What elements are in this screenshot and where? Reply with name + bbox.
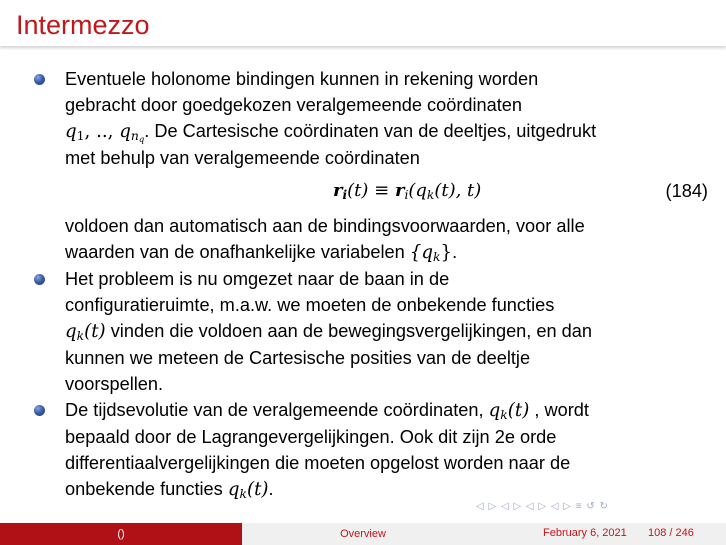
math-sub: 1 (76, 129, 85, 144)
text-run: waarden van de onafhankelijke variabelen (65, 242, 410, 262)
text-run: . (452, 242, 458, 262)
text-line: Eventuele holonome bindingen kunnen in r… (65, 69, 539, 89)
text-line: waarden van de onafhankelijke variabelen… (65, 239, 708, 266)
math-run: (t) (507, 400, 530, 421)
text-line: differentiaalvergelijkingen die moeten o… (65, 453, 571, 473)
text-line: voorspellen. (65, 374, 164, 394)
math-sub-n: n (130, 129, 139, 144)
math-var: q (65, 121, 77, 142)
footer-info: February 6, 2021 108 / 246 (484, 523, 726, 545)
text-line: Het probleem is nu omgezet naar de baan … (65, 269, 450, 289)
text-run: onbekende functies (65, 479, 228, 499)
footer-page-number: 108 / 246 (648, 527, 694, 539)
math-sub: k (433, 250, 441, 265)
text-run: De tijdsevolutie van de veralgemeende co… (65, 400, 489, 420)
text-line: gebracht door goedgekozen veralgemeende … (65, 95, 523, 115)
equation-number: (184) (665, 181, 708, 201)
math-run: (t) (84, 321, 106, 342)
equation: ri(t) ≡ ri(qk(t), t) (184) (65, 173, 708, 209)
math-var: q (119, 121, 131, 142)
math-run: (t) ≡ (347, 180, 395, 201)
bullet-item-3: De tijdsevolutie van de veralgemeende co… (33, 397, 708, 503)
title-bar: Intermezzo (0, 0, 726, 46)
math-var: q (65, 321, 77, 342)
text-run: . De Cartesische coördinaten van de deel… (144, 121, 597, 141)
math-bold-r: r (394, 180, 405, 201)
text-line: voldoen dan automatisch aan de bindingsv… (65, 216, 585, 236)
text-line: met behulp van veralgemeende coördinaten (65, 148, 420, 168)
bullet-item-1: Eventuele holonome bindingen kunnen in r… (33, 66, 708, 266)
equation-body: ri(t) ≡ ri(qk(t), t) (333, 178, 481, 204)
text-line: q1, .., qnq. De Cartesische coördinaten … (65, 118, 708, 145)
bullet-icon (34, 74, 45, 85)
footer-date: February 6, 2021 (543, 527, 627, 539)
text-run: . (268, 479, 274, 499)
math-sub: k (500, 408, 508, 423)
math-sub: k (239, 487, 247, 502)
text-run: , wordt (529, 400, 589, 420)
math-var: q (227, 479, 240, 500)
math-run: (q (408, 180, 427, 201)
text-line: kunnen we meteen de Cartesische posities… (65, 348, 531, 368)
slide-title: Intermezzo (16, 10, 150, 40)
math-run: } (440, 242, 453, 263)
text-run: vinden die voldoen aan de bewegingsverge… (105, 321, 593, 341)
math-sep: , .., (84, 121, 120, 142)
math-var: q (488, 400, 501, 421)
text-line: onbekende functies qk(t). (65, 476, 708, 503)
footer-author: () (0, 523, 242, 545)
math-run: (t) (246, 479, 269, 500)
footer: () Overview February 6, 2021 108 / 246 (0, 523, 726, 545)
bullet-icon (34, 274, 45, 285)
text-line: De tijdsevolutie van de veralgemeende co… (65, 397, 708, 424)
math-run: {q (409, 242, 434, 263)
footer-section: Overview (242, 523, 484, 545)
text-line: bepaald door de Lagrangevergelijkingen. … (65, 427, 557, 447)
math-run: (t), t) (434, 180, 482, 201)
beamer-navigation-icons[interactable]: ◁ ▷ ◁ ▷ ◁ ▷ ◁ ▷ ≡ ↺ ↻ (476, 501, 609, 512)
bullet-icon (34, 405, 45, 416)
bullet-item-2: Het probleem is nu omgezet naar de baan … (33, 266, 708, 397)
text-line: qk(t) vinden die voldoen aan de beweging… (65, 318, 708, 345)
math-sub: nq (131, 129, 144, 143)
text-line: configuratieruimte, m.a.w. we moeten de … (65, 295, 555, 315)
slide-content: Eventuele holonome bindingen kunnen in r… (33, 66, 708, 503)
